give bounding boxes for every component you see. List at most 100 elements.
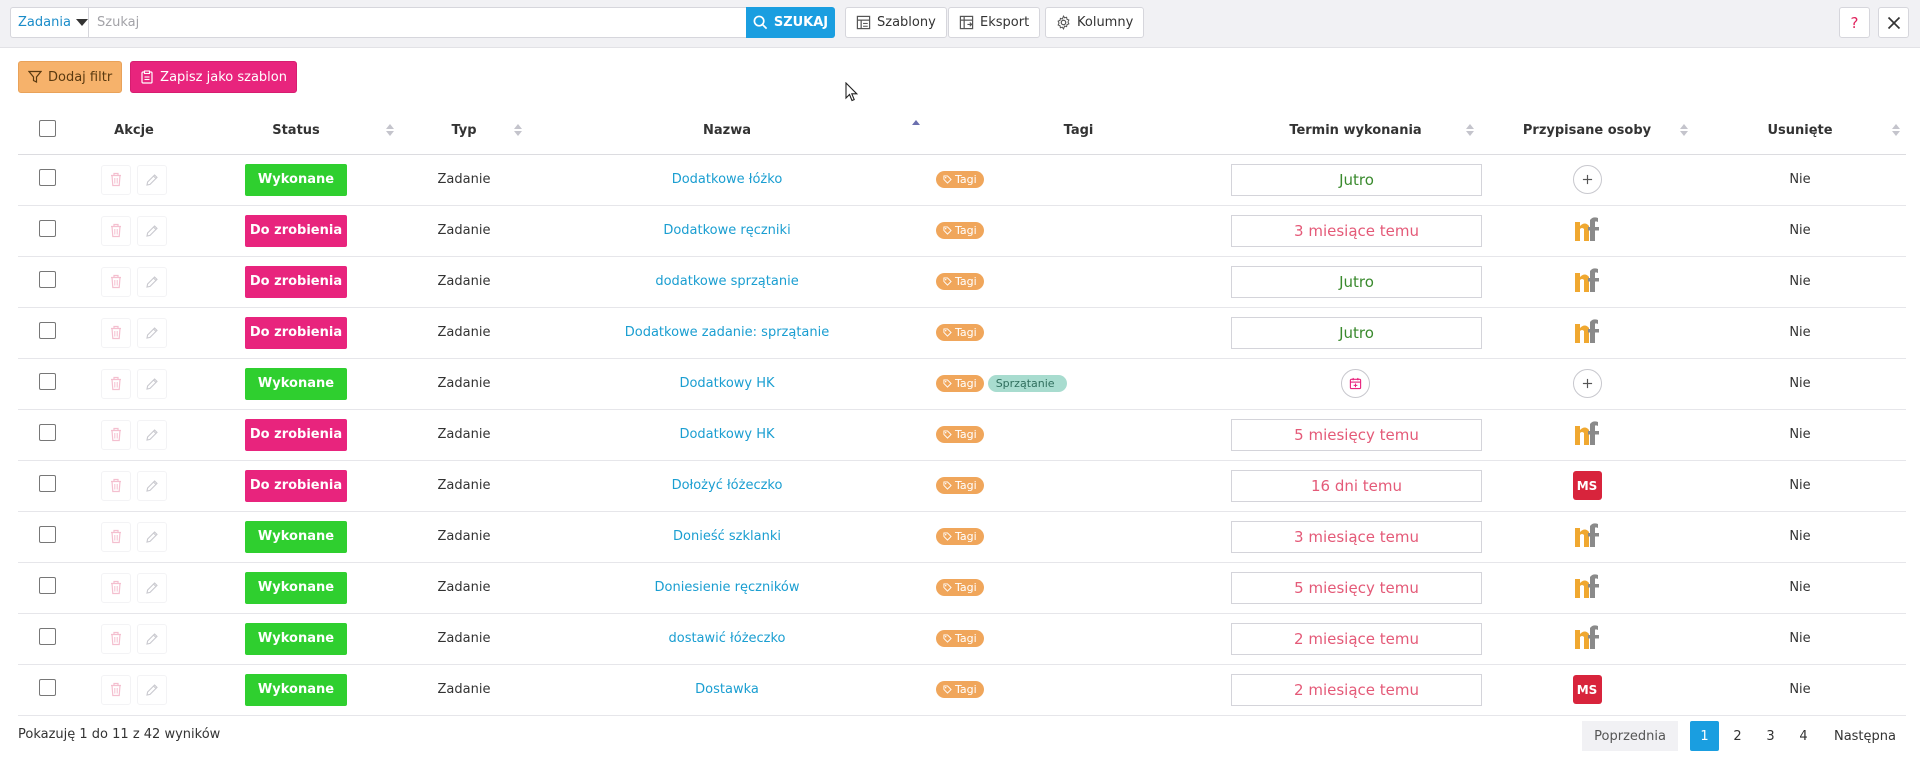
add-filter-button[interactable]: Dodaj filtr [18, 61, 123, 93]
add-assignee-button[interactable] [1572, 369, 1602, 398]
task-name-link[interactable]: Dodatkowe łóżko [672, 172, 783, 187]
task-name-link[interactable]: Dostawka [695, 682, 759, 697]
delete-button[interactable] [101, 521, 131, 552]
row-checkbox[interactable] [38, 322, 56, 339]
task-name-link[interactable]: Doniesienie ręczników [655, 580, 800, 595]
tag-badge[interactable]: Tagi [936, 426, 984, 443]
task-name-link[interactable]: Dodatkowy HK [679, 376, 774, 391]
save-template-button[interactable]: Zapisz jako szablon [130, 61, 297, 93]
export-button[interactable]: Eksport [948, 7, 1041, 38]
delete-button[interactable] [101, 266, 131, 297]
row-checkbox[interactable] [38, 628, 56, 645]
tag-badge[interactable]: Tagi [936, 222, 984, 239]
status-badge[interactable]: Wykonane [245, 673, 347, 706]
delete-button[interactable] [101, 623, 131, 654]
due-date-field[interactable]: 2 miesiące temu [1231, 622, 1482, 655]
row-checkbox[interactable] [38, 271, 56, 288]
next-page-button[interactable]: Następna [1824, 721, 1906, 751]
due-date-field[interactable]: 3 miesiące temu [1231, 214, 1482, 247]
status-badge[interactable]: Wykonane [245, 520, 347, 553]
page-button-1[interactable]: 1 [1689, 721, 1719, 751]
select-all-checkbox[interactable] [38, 120, 56, 138]
avatar[interactable]: MS [1572, 471, 1602, 500]
delete-button[interactable] [101, 215, 131, 246]
due-date-field[interactable]: 2 miesiące temu [1231, 673, 1482, 706]
task-name-link[interactable]: Dodatkowe ręczniki [663, 223, 790, 238]
tag-badge[interactable]: Tagi [936, 375, 984, 392]
edit-button[interactable] [137, 419, 167, 450]
row-checkbox[interactable] [38, 577, 56, 594]
page-button-2[interactable]: 2 [1723, 721, 1752, 751]
edit-button[interactable] [137, 266, 167, 297]
avatar-nf-logo[interactable] [1572, 265, 1602, 295]
avatar-nf-logo[interactable] [1572, 622, 1602, 652]
avatar-nf-logo[interactable] [1572, 214, 1602, 244]
avatar[interactable]: MS [1572, 675, 1602, 704]
edit-button[interactable] [137, 674, 167, 705]
row-checkbox[interactable] [38, 373, 56, 390]
edit-button[interactable] [137, 368, 167, 399]
delete-button[interactable] [101, 470, 131, 501]
avatar-nf-logo[interactable] [1572, 418, 1602, 448]
header-type[interactable]: Typ [400, 108, 528, 155]
task-name-link[interactable]: Dołożyć łóżeczko [672, 478, 783, 493]
tag-badge[interactable]: Tagi [936, 579, 984, 596]
edit-button[interactable] [137, 623, 167, 654]
delete-button[interactable] [101, 368, 131, 399]
page-button-3[interactable]: 3 [1756, 721, 1785, 751]
edit-button[interactable] [137, 521, 167, 552]
task-name-link[interactable]: Dodatkowy HK [679, 427, 774, 442]
entity-select[interactable]: Zadania [10, 7, 88, 38]
due-date-field[interactable]: Jutro [1231, 163, 1482, 196]
delete-button[interactable] [101, 572, 131, 603]
header-name[interactable]: Nazwa [528, 108, 926, 155]
status-badge[interactable]: Do zrobienia [245, 214, 347, 247]
edit-button[interactable] [137, 317, 167, 348]
status-badge[interactable]: Wykonane [245, 571, 347, 604]
edit-button[interactable] [137, 164, 167, 195]
delete-button[interactable] [101, 419, 131, 450]
avatar-nf-logo[interactable] [1572, 316, 1602, 346]
row-checkbox[interactable] [38, 220, 56, 237]
prev-page-button[interactable]: Poprzednia [1582, 721, 1678, 751]
help-button[interactable]: ? [1839, 7, 1870, 38]
tag-badge[interactable]: Tagi [936, 324, 984, 341]
search-button[interactable]: SZUKAJ [746, 7, 835, 38]
edit-button[interactable] [137, 470, 167, 501]
row-checkbox[interactable] [38, 526, 56, 543]
status-badge[interactable]: Wykonane [245, 163, 347, 196]
task-name-link[interactable]: dodatkowe sprzątanie [655, 274, 798, 289]
avatar-nf-logo[interactable] [1572, 571, 1602, 601]
status-badge[interactable]: Do zrobienia [245, 316, 347, 349]
status-badge[interactable]: Do zrobienia [245, 265, 347, 298]
edit-button[interactable] [137, 572, 167, 603]
tag-badge[interactable]: Tagi [936, 477, 984, 494]
tag-badge[interactable]: Sprzątanie [987, 375, 1067, 392]
header-assigned[interactable]: Przypisane osoby [1480, 108, 1694, 155]
header-status[interactable]: Status [192, 108, 400, 155]
due-date-field[interactable]: 5 miesięcy temu [1231, 571, 1482, 604]
row-checkbox[interactable] [38, 424, 56, 441]
set-due-date-button[interactable] [1341, 369, 1370, 398]
status-badge[interactable]: Wykonane [245, 367, 347, 400]
avatar-nf-logo[interactable] [1572, 520, 1602, 550]
page-button-4[interactable]: 4 [1789, 721, 1818, 751]
delete-button[interactable] [101, 164, 131, 195]
task-name-link[interactable]: Dodatkowe zadanie: sprzątanie [625, 325, 830, 340]
tag-badge[interactable]: Tagi [936, 681, 984, 698]
header-deleted[interactable]: Usunięte [1694, 108, 1906, 155]
task-name-link[interactable]: dostawić łóżeczko [668, 631, 785, 646]
templates-button[interactable]: Szablony [845, 7, 947, 38]
task-name-link[interactable]: Donieść szklanki [673, 529, 781, 544]
tag-badge[interactable]: Tagi [936, 528, 984, 545]
due-date-field[interactable]: 5 miesięcy temu [1231, 418, 1482, 451]
due-date-field[interactable]: 16 dni temu [1231, 469, 1482, 502]
row-checkbox[interactable] [38, 679, 56, 696]
header-due[interactable]: Termin wykonania [1231, 108, 1480, 155]
tag-badge[interactable]: Tagi [936, 630, 984, 647]
due-date-field[interactable]: 3 miesiące temu [1231, 520, 1482, 553]
columns-button[interactable]: Kolumny [1045, 7, 1145, 38]
due-date-field[interactable]: Jutro [1231, 265, 1482, 298]
search-input[interactable] [88, 7, 746, 38]
row-checkbox[interactable] [38, 169, 56, 186]
